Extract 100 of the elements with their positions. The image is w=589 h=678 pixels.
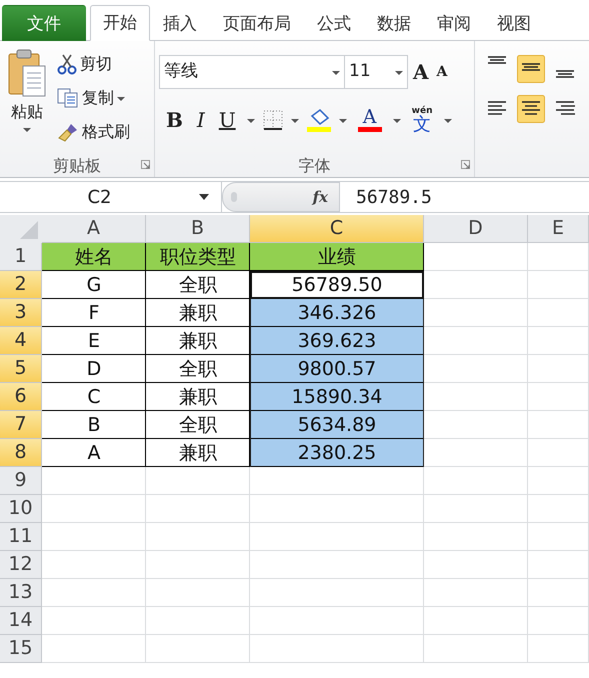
format-painter-button[interactable]: 格式刷 [54,119,133,145]
ribbon-tab[interactable]: 公式 [304,5,364,41]
paste-button[interactable]: 粘贴 [0,41,54,155]
table-cell: 369.623 [250,327,424,355]
font-size-field[interactable]: 11 [344,55,408,89]
group-label: 字体 [298,155,332,177]
table-cell: F [42,299,146,327]
row-header[interactable]: 4 [0,327,42,355]
table-cell: 兼职 [146,327,250,355]
empty-cell [528,467,589,495]
grow-font-button[interactable]: A [410,56,432,88]
underline-button[interactable]: U [216,104,239,136]
table-cell: 346.326 [250,299,424,327]
row-header[interactable]: 9 [0,467,42,495]
table-cell: 业绩 [250,243,424,271]
empty-cell [528,355,589,383]
empty-cell [528,411,589,439]
formula-field[interactable]: 56789.5 [340,182,589,212]
table-cell: 15890.34 [250,383,424,411]
caret-icon [332,68,340,76]
borders-icon[interactable] [262,110,283,130]
file-tab[interactable]: 文件 [2,5,86,41]
empty-cell [528,299,589,327]
table-cell: A [42,439,146,467]
column-header[interactable]: D [424,215,528,243]
phonetic-guide-button[interactable]: wén 文 [408,106,436,134]
column-header[interactable]: A [42,215,146,243]
name-box[interactable]: C2 [0,182,222,212]
row-header[interactable]: 13 [0,579,42,607]
row-header[interactable]: 6 [0,383,42,411]
color-bar-icon [358,127,382,132]
table-cell: C [42,383,146,411]
empty-cell [528,551,589,579]
table-cell: 5634.89 [250,411,424,439]
brush-icon [57,122,79,142]
row-header[interactable]: 10 [0,495,42,523]
ribbon-tab[interactable]: 视图 [484,5,544,41]
vertical-align-icon[interactable] [517,55,545,83]
row-header[interactable]: 15 [0,635,42,663]
caret-icon[interactable] [246,116,255,124]
caret-icon [395,68,403,76]
empty-cell [528,635,589,663]
paste-icon [7,48,47,98]
caret-icon[interactable] [338,116,347,124]
empty-cell [528,243,589,271]
table-cell: E [42,327,146,355]
row-header[interactable]: 1 [0,243,42,271]
table-cell: 兼职 [146,299,250,327]
dialog-launcher-icon[interactable] [141,160,150,169]
empty-cell [528,523,589,551]
table-cell: B [42,411,146,439]
shrink-font-button[interactable]: A [434,60,450,84]
dialog-launcher-icon[interactable] [461,160,470,169]
row-header[interactable]: 11 [0,523,42,551]
table-cell: G [42,271,146,299]
ribbon-tab[interactable]: 页面布局 [210,5,304,41]
ribbon-tab[interactable]: 插入 [150,5,210,41]
table-cell: 姓名 [42,243,146,271]
table-cell: 职位类型 [146,243,250,271]
row-header[interactable]: 14 [0,607,42,635]
resize-handle-icon[interactable] [231,192,237,202]
horizontal-align-icon[interactable] [517,95,545,123]
row-header[interactable]: 8 [0,439,42,467]
column-header[interactable]: B [146,215,250,243]
table-cell: 全职 [146,411,250,439]
table-cell: 兼职 [146,383,250,411]
caret-icon[interactable] [290,116,299,124]
italic-button[interactable]: I [194,104,208,136]
caret-icon[interactable] [444,116,452,124]
column-header[interactable]: C [250,215,424,243]
row-header[interactable]: 7 [0,411,42,439]
group-label: 剪贴板 [52,155,102,177]
insert-function-button[interactable]: fx [310,184,331,210]
empty-cell [528,607,589,635]
caret-icon[interactable] [392,116,401,124]
empty-cell [528,383,589,411]
ribbon-tab[interactable]: 数据 [364,5,424,41]
column-header[interactable]: E [528,215,589,243]
row-header[interactable]: 2 [0,271,42,299]
empty-cell [528,495,589,523]
ribbon-tab[interactable]: 开始 [90,5,150,41]
table-cell: 56789.50 [250,271,424,299]
empty-cell [528,439,589,467]
copy-button[interactable]: 复制 [54,85,133,111]
ribbon-tab[interactable]: 审阅 [424,5,484,41]
row-header[interactable]: 3 [0,299,42,327]
font-name-field[interactable]: 等线 [159,55,345,89]
table-cell: D [42,355,146,383]
row-header[interactable]: 5 [0,355,42,383]
bold-button[interactable]: B [163,104,186,136]
table-cell: 2380.25 [250,439,424,467]
caret-icon [117,94,125,102]
empty-cell [528,271,589,299]
font-color-button[interactable]: A [354,107,385,133]
row-header[interactable]: 12 [0,551,42,579]
cut-button[interactable]: 剪切 [54,51,133,77]
table-cell: 兼职 [146,439,250,467]
table-cell: 全职 [146,271,250,299]
empty-cell [528,327,589,355]
scissors-icon [57,53,77,75]
